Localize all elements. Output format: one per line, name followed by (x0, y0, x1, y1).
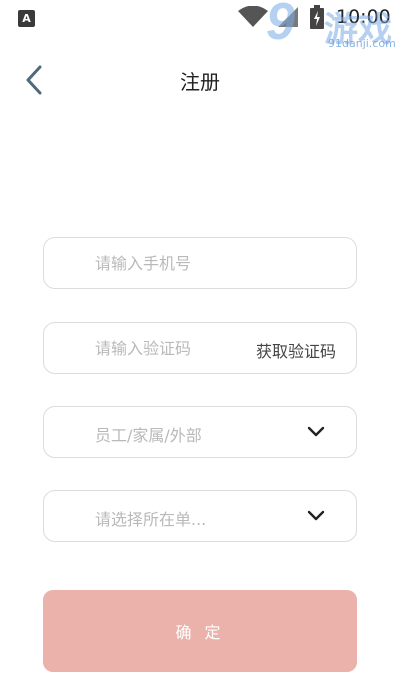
status-time: 10:00 (336, 6, 391, 28)
register-screen: A 10:00 9 游戏 91danji.com 注册 获取验证码 (0, 0, 400, 700)
confirm-button[interactable]: 确 定 (43, 590, 357, 672)
signal-icon (278, 7, 298, 27)
phone-field[interactable] (43, 237, 357, 289)
identity-select[interactable]: 员工/家属/外部 (43, 406, 357, 458)
get-code-button[interactable]: 获取验证码 (256, 338, 336, 362)
chevron-down-icon (307, 510, 325, 521)
wifi-icon (238, 6, 268, 27)
notification-icon-letter: A (22, 12, 31, 25)
battery-charging-icon (310, 5, 324, 29)
code-input[interactable] (95, 337, 245, 359)
code-field[interactable]: 获取验证码 (43, 322, 357, 374)
chevron-down-icon (307, 426, 325, 437)
watermark-url: 91danji.com (328, 37, 396, 50)
page-title: 注册 (180, 70, 220, 94)
phone-input[interactable] (95, 252, 245, 274)
notification-a-icon: A (18, 10, 35, 27)
status-bar: A 10:00 (0, 0, 400, 36)
unit-select[interactable]: 请选择所在单... (43, 490, 357, 542)
identity-select-placeholder: 员工/家属/外部 (95, 426, 202, 445)
unit-select-placeholder: 请选择所在单... (95, 510, 207, 529)
